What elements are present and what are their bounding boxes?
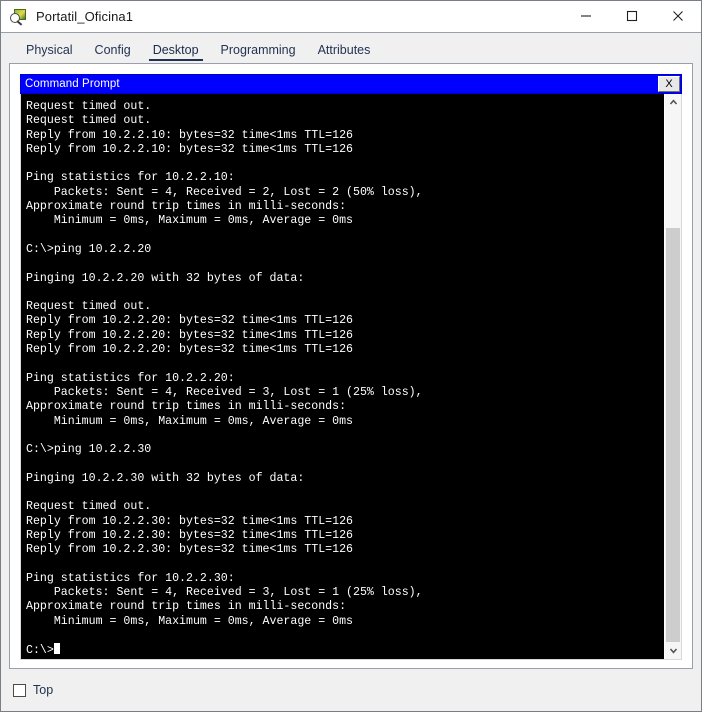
- terminal-line: Reply from 10.2.2.30: bytes=32 time<1ms …: [26, 528, 353, 542]
- terminal-line: Approximate round trip times in milli-se…: [26, 200, 347, 214]
- chevron-up-icon[interactable]: [665, 94, 681, 111]
- tab-programming[interactable]: Programming: [210, 43, 307, 61]
- tab-attributes[interactable]: Attributes: [307, 43, 382, 61]
- terminal-line: Minimum = 0ms, Maximum = 0ms, Average = …: [26, 214, 353, 228]
- tab-config[interactable]: Config: [84, 43, 142, 61]
- maximize-button[interactable]: [609, 0, 655, 32]
- terminal-line: Packets: Sent = 4, Received = 3, Lost = …: [26, 586, 423, 600]
- terminal-line: Approximate round trip times in milli-se…: [26, 600, 347, 614]
- terminal-line: C:\>ping 10.2.2.30: [26, 443, 152, 457]
- window-title: Portatil_Oficina1: [36, 9, 134, 24]
- command-prompt-close-button[interactable]: X: [658, 76, 680, 92]
- terminal-line: Reply from 10.2.2.10: bytes=32 time<1ms …: [26, 142, 353, 156]
- command-prompt-window: Command Prompt X Request timed out. Reque…: [20, 74, 682, 660]
- terminal-output[interactable]: Request timed out. Request timed out. Repl…: [21, 94, 664, 659]
- terminal-line: Pinging 10.2.2.30 with 32 bytes of data:: [26, 471, 305, 485]
- terminal-line: C:\>: [26, 643, 664, 658]
- top-checkbox[interactable]: [13, 683, 26, 697]
- terminal-line: Ping statistics for 10.2.2.20:: [26, 371, 235, 385]
- window-titlebar: Portatil_Oficina1: [1, 0, 701, 33]
- command-prompt-titlebar: Command Prompt X: [20, 74, 682, 94]
- terminal-area: Request timed out. Request timed out. Repl…: [20, 94, 682, 660]
- terminal-line: Pinging 10.2.2.20 with 32 bytes of data:: [26, 271, 305, 285]
- command-prompt-title: Command Prompt: [25, 78, 120, 90]
- terminal-line: C:\>ping 10.2.2.20: [26, 242, 152, 256]
- tab-desktop[interactable]: Desktop: [142, 43, 210, 61]
- terminal-line: Reply from 10.2.2.20: bytes=32 time<1ms …: [26, 343, 353, 357]
- scrollbar-thumb[interactable]: [666, 227, 680, 642]
- device-window: Portatil_Oficina1 Physical Config Deskto…: [0, 0, 702, 712]
- terminal-scrollbar[interactable]: [664, 94, 681, 659]
- terminal-line: Approximate round trip times in milli-se…: [26, 400, 347, 414]
- terminal-line: Reply from 10.2.2.10: bytes=32 time<1ms …: [26, 128, 353, 142]
- chevron-down-icon[interactable]: [665, 641, 681, 659]
- terminal-line: Request timed out.: [26, 300, 152, 314]
- terminal-line: Packets: Sent = 4, Received = 2, Lost = …: [26, 185, 423, 199]
- terminal-line: Reply from 10.2.2.20: bytes=32 time<1ms …: [26, 314, 353, 328]
- scrollbar-track[interactable]: [665, 111, 681, 642]
- terminal-line: Minimum = 0ms, Maximum = 0ms, Average = …: [26, 414, 353, 428]
- terminal-line: Packets: Sent = 4, Received = 3, Lost = …: [26, 385, 423, 399]
- tab-bar: Physical Config Desktop Programming Attr…: [1, 33, 701, 61]
- close-button[interactable]: [655, 0, 701, 32]
- terminal-line: Ping statistics for 10.2.2.10:: [26, 171, 235, 185]
- terminal-line: Reply from 10.2.2.20: bytes=32 time<1ms …: [26, 328, 353, 342]
- terminal-line: Request timed out.: [26, 100, 152, 113]
- tab-physical[interactable]: Physical: [15, 43, 84, 61]
- terminal-cursor: [53, 643, 60, 655]
- top-checkbox-label: Top: [33, 683, 54, 697]
- terminal-line: Reply from 10.2.2.30: bytes=32 time<1ms …: [26, 543, 353, 557]
- terminal-line: Request timed out.: [26, 114, 152, 128]
- terminal-line: Reply from 10.2.2.30: bytes=32 time<1ms …: [26, 514, 353, 528]
- minimize-button[interactable]: [563, 0, 609, 32]
- desktop-panel: Command Prompt X Request timed out. Reque…: [9, 63, 693, 669]
- terminal-line: Request timed out.: [26, 500, 152, 514]
- bottom-bar: Top: [1, 669, 701, 711]
- packet-tracer-icon: [10, 8, 28, 26]
- window-controls: [563, 0, 701, 33]
- terminal-line: Minimum = 0ms, Maximum = 0ms, Average = …: [26, 614, 353, 628]
- terminal-line: Ping statistics for 10.2.2.30:: [26, 571, 235, 585]
